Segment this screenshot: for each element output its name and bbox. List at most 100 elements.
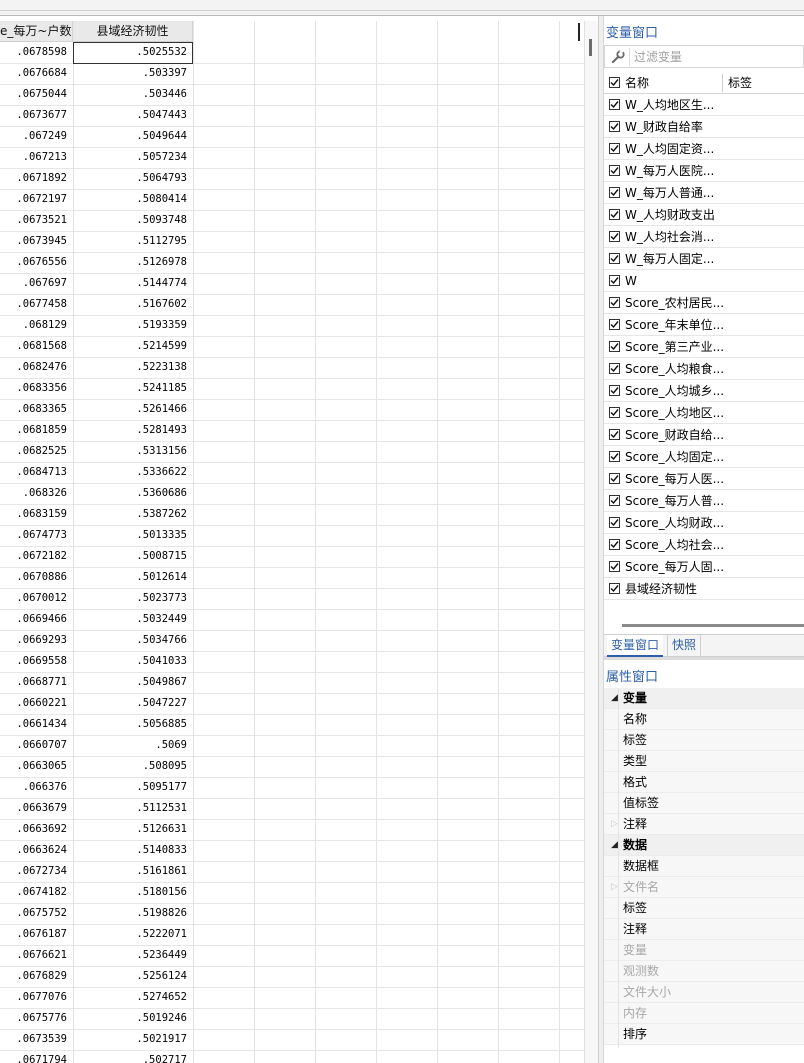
table-row[interactable]: .0681568.5214599	[0, 336, 584, 358]
variable-checkbox[interactable]	[609, 143, 620, 154]
table-cell[interactable]: .0675752	[0, 903, 73, 925]
table-cell[interactable]: .0663679	[0, 798, 73, 820]
table-cell[interactable]: .5193359	[73, 315, 193, 337]
table-cell[interactable]: .5049644	[73, 126, 193, 148]
table-row[interactable]: .067697.5144774	[0, 273, 584, 295]
table-cell[interactable]: .0674182	[0, 882, 73, 904]
table-cell[interactable]: .5281493	[73, 420, 193, 442]
variable-checkbox[interactable]	[609, 539, 620, 550]
table-cell[interactable]: .5198826	[73, 903, 193, 925]
table-row[interactable]: .0663679.5112531	[0, 798, 584, 820]
table-cell[interactable]: .0684713	[0, 462, 73, 484]
table-cell[interactable]: .0682476	[0, 357, 73, 379]
table-cell[interactable]: .5112795	[73, 231, 193, 253]
variable-checkbox[interactable]	[609, 385, 620, 396]
property-row[interactable]: 文件大小	[604, 982, 804, 1003]
variable-list-item[interactable]: Score_农村居民...	[604, 292, 804, 314]
variable-list-item[interactable]: Score_年末单位...	[604, 314, 804, 336]
table-cell[interactable]: .0672734	[0, 861, 73, 883]
table-cell[interactable]: .5144774	[73, 273, 193, 295]
variable-checkbox[interactable]	[609, 429, 620, 440]
table-row[interactable]: .0672182.5008715	[0, 546, 584, 568]
table-cell[interactable]: .0676829	[0, 966, 73, 988]
table-row[interactable]: .0669293.5034766	[0, 630, 584, 652]
variable-checkbox[interactable]	[609, 561, 620, 572]
variable-checkbox[interactable]	[609, 275, 620, 286]
variable-list-item[interactable]: W_财政自给率	[604, 116, 804, 138]
table-row[interactable]: .068326.5360686	[0, 483, 584, 505]
table-cell[interactable]: .5034766	[73, 630, 193, 652]
variable-checkbox[interactable]	[609, 495, 620, 506]
table-cell[interactable]: .0670012	[0, 588, 73, 610]
select-all-checkbox[interactable]	[609, 77, 620, 88]
filter-variables-input[interactable]	[629, 48, 799, 66]
table-cell[interactable]: .0675776	[0, 1008, 73, 1030]
table-cell[interactable]: .5021917	[73, 1029, 193, 1051]
data-grid[interactable]: e_每万~户数 县域经济韧性 .0678598.5025532.0676684.…	[0, 21, 584, 1063]
table-cell[interactable]: .0678598	[0, 42, 73, 64]
table-row[interactable]: .0661434.5056885	[0, 714, 584, 736]
table-cell[interactable]: .0671794	[0, 1050, 73, 1063]
table-cell[interactable]: .5256124	[73, 966, 193, 988]
collapse-triangle-icon[interactable]: ◢	[611, 835, 618, 856]
table-cell[interactable]: .0670886	[0, 567, 73, 589]
table-row[interactable]: .0675752.5198826	[0, 903, 584, 925]
variable-checkbox[interactable]	[609, 363, 620, 374]
variable-list-item[interactable]: Score_每万人普...	[604, 490, 804, 512]
table-row[interactable]: .0663692.5126631	[0, 819, 584, 841]
table-row[interactable]: .0678598.5025532	[0, 42, 584, 64]
property-row[interactable]: 注释	[604, 919, 804, 940]
property-group[interactable]: ◢ 数据	[604, 835, 804, 856]
table-cell[interactable]: .0676684	[0, 63, 73, 85]
table-cell[interactable]: .0673539	[0, 1029, 73, 1051]
variable-list-item[interactable]: W_每万人固定...	[604, 248, 804, 270]
variable-list-item[interactable]: W	[604, 270, 804, 292]
table-cell[interactable]: .5180156	[73, 882, 193, 904]
table-cell[interactable]: .503397	[73, 63, 193, 85]
table-row[interactable]: .0668771.5049867	[0, 672, 584, 694]
table-cell[interactable]: .5025532	[73, 42, 193, 64]
variable-checkbox[interactable]	[609, 341, 620, 352]
table-row[interactable]: .0676187.5222071	[0, 924, 584, 946]
table-cell[interactable]: .0681859	[0, 420, 73, 442]
table-row[interactable]: .0682525.5313156	[0, 441, 584, 463]
property-row[interactable]: 内存	[604, 1003, 804, 1024]
table-cell[interactable]: .5126978	[73, 252, 193, 274]
variable-list-item[interactable]: Score_第三产业...	[604, 336, 804, 358]
table-cell[interactable]: .5049867	[73, 672, 193, 694]
table-cell[interactable]: .5047443	[73, 105, 193, 127]
table-cell[interactable]: .5012614	[73, 567, 193, 589]
variable-list-item[interactable]: Score_人均财政...	[604, 512, 804, 534]
table-row[interactable]: .0677076.5274652	[0, 987, 584, 1009]
table-cell[interactable]: .5093748	[73, 210, 193, 232]
variable-list-item[interactable]: Score_每万人医...	[604, 468, 804, 490]
table-cell[interactable]: .0681568	[0, 336, 73, 358]
table-cell[interactable]: .5080414	[73, 189, 193, 211]
table-cell[interactable]: .0676621	[0, 945, 73, 967]
table-cell[interactable]: .5274652	[73, 987, 193, 1009]
table-cell[interactable]: .508095	[73, 756, 193, 778]
variable-checkbox[interactable]	[609, 583, 620, 594]
table-cell[interactable]: .5047227	[73, 693, 193, 715]
table-cell[interactable]: .0672182	[0, 546, 73, 568]
table-cell[interactable]: .5019246	[73, 1008, 193, 1030]
table-row[interactable]: .0682476.5223138	[0, 357, 584, 379]
table-cell[interactable]: .5008715	[73, 546, 193, 568]
property-row[interactable]: ▷ 文件名	[604, 877, 804, 898]
variable-checkbox[interactable]	[609, 253, 620, 264]
table-row[interactable]: .067213.5057234	[0, 147, 584, 169]
scrollbar-thumb[interactable]	[589, 39, 592, 56]
table-row[interactable]: .0676829.5256124	[0, 966, 584, 988]
table-cell[interactable]: .5032449	[73, 609, 193, 631]
variable-list-item[interactable]: Score_人均社会...	[604, 534, 804, 556]
table-row[interactable]: .0673677.5047443	[0, 105, 584, 127]
variable-list-item[interactable]: Score_人均固定...	[604, 446, 804, 468]
variable-checkbox[interactable]	[609, 121, 620, 132]
variable-checkbox[interactable]	[609, 473, 620, 484]
table-cell[interactable]: .0677458	[0, 294, 73, 316]
table-cell[interactable]: .066376	[0, 777, 73, 799]
variable-checkbox[interactable]	[609, 231, 620, 242]
variable-list-item[interactable]: W_人均社会消...	[604, 226, 804, 248]
variable-checkbox[interactable]	[609, 99, 620, 110]
table-cell[interactable]: .0669293	[0, 630, 73, 652]
